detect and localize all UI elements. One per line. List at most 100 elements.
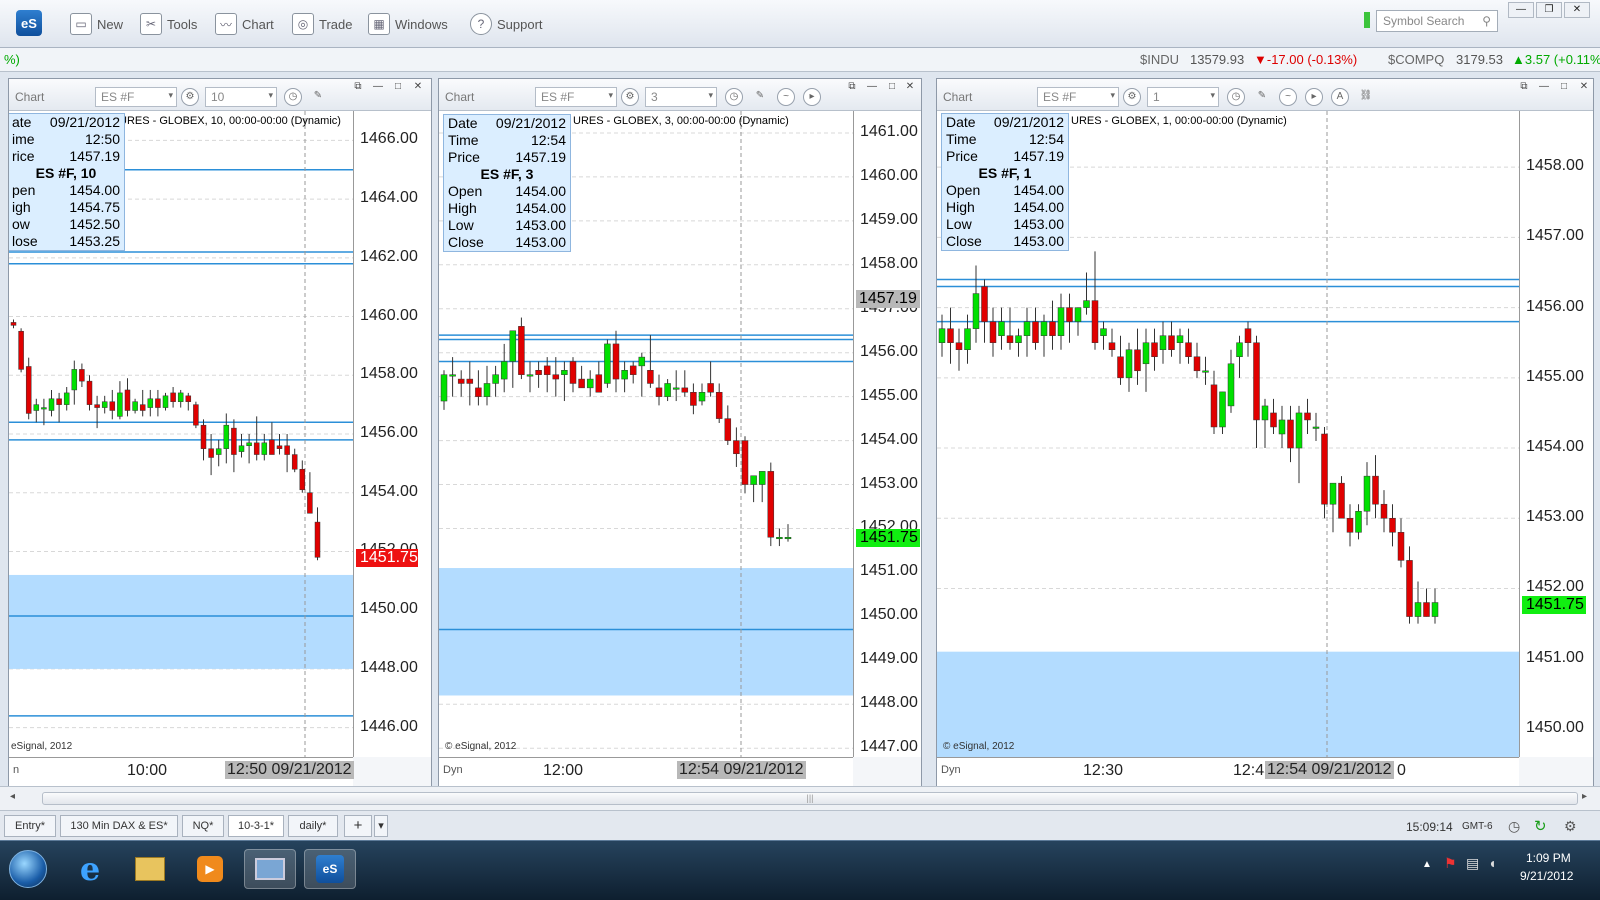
candle-body — [784, 537, 792, 540]
axis-mode-label[interactable]: Dyn — [443, 764, 463, 776]
indu-symbol[interactable]: $INDU — [1140, 52, 1179, 67]
price-plot[interactable]: URES - GLOBEX, 3, 00:00-00:00 (Dynamic) … — [439, 111, 853, 757]
cursor-time-tag: 12:54 09/21/2012 — [677, 761, 806, 779]
tab-entry[interactable]: Entry* — [4, 815, 56, 837]
tray-time[interactable]: 1:09 PM — [1526, 851, 1571, 865]
interval-select[interactable]: 10 — [205, 87, 277, 107]
minimize-button[interactable]: — — [1508, 2, 1534, 18]
add-tab-button[interactable]: + — [344, 815, 372, 837]
detach-icon[interactable]: ⧉ — [351, 81, 365, 93]
detach-icon[interactable]: ⧉ — [1517, 81, 1531, 93]
candle-body — [56, 398, 62, 405]
tab-menu-button[interactable]: ▾ — [374, 815, 388, 837]
horizontal-scrollbar[interactable]: ◂ ||| ▸ — [0, 786, 1600, 810]
axis-mode-label[interactable]: Dyn — [941, 764, 961, 776]
close-icon[interactable]: ✕ — [411, 81, 425, 93]
scroll-left-icon[interactable]: ◂ — [10, 791, 15, 802]
symbol-select[interactable]: ES #F — [1037, 87, 1119, 107]
candle-body — [535, 370, 542, 375]
time-axis[interactable]: Dyn 12:00 12:54 09/21/2012 — [439, 757, 853, 787]
candle-body — [1210, 384, 1218, 428]
settings-icon[interactable]: ⚙ — [1123, 88, 1141, 106]
taskbar-file-explorer[interactable] — [124, 849, 176, 889]
price-axis[interactable]: 1466.00 1464.00 1462.00 1460.00 1458.00 1456.… — [353, 111, 431, 757]
taskbar-esignal[interactable]: eS — [304, 849, 356, 889]
tray-date[interactable]: 9/21/2012 — [1520, 869, 1573, 883]
maximize-icon[interactable]: □ — [391, 81, 405, 93]
price-axis[interactable]: 1461.001460.001459.001458.001457.001456.… — [853, 111, 921, 757]
tray-flag-icon[interactable]: ⚑ — [1444, 855, 1457, 872]
taskbar-remote-desktop[interactable] — [244, 849, 296, 889]
price-plot[interactable]: URES - GLOBEX, 1, 00:00-00:00 (Dynamic) … — [937, 111, 1519, 757]
interval-select[interactable]: 1 — [1147, 87, 1219, 107]
price-plot[interactable]: URES - GLOBEX, 10, 00:00-00:00 (Dynamic)… — [9, 111, 353, 757]
compq-symbol[interactable]: $COMPQ — [1388, 52, 1444, 67]
tray-network-icon[interactable]: ▤ — [1466, 855, 1479, 872]
maximize-icon[interactable]: □ — [885, 81, 899, 93]
symbol-search-input[interactable]: Symbol Search ⚲ — [1376, 10, 1498, 32]
status-clock-icon[interactable]: ◷ — [1508, 818, 1520, 835]
tab-daily[interactable]: daily* — [288, 815, 338, 837]
interval-select[interactable]: 3 — [645, 87, 717, 107]
axis-mode-label[interactable]: n — [13, 764, 19, 776]
new-button[interactable]: ▭ New — [70, 12, 123, 36]
folder-icon — [135, 857, 165, 881]
restore-button[interactable]: ❐ — [1536, 2, 1562, 18]
clock-icon[interactable]: ◷ — [725, 88, 743, 106]
candle-body — [715, 392, 723, 419]
settings-icon[interactable]: ⚙ — [1564, 818, 1577, 835]
tray-volume-icon[interactable]: ◖ — [1488, 855, 1496, 871]
clock-icon[interactable]: ◷ — [284, 88, 302, 106]
pencil-icon[interactable]: ✎ — [309, 88, 327, 106]
play-icon[interactable]: ▸ — [1305, 88, 1323, 106]
time-axis[interactable]: n 10:00 12:50 09/21/2012 — [9, 757, 354, 787]
candle-body — [208, 448, 214, 458]
candle-body — [147, 398, 154, 408]
close-icon[interactable]: ✕ — [1577, 81, 1591, 93]
clock-icon[interactable]: ◷ — [1227, 88, 1245, 106]
app-logo[interactable]: eS — [16, 10, 42, 36]
taskbar-media-player[interactable]: ▶ — [184, 849, 236, 889]
scroll-right-icon[interactable]: ▸ — [1582, 791, 1587, 802]
link-icon[interactable]: ⛓ — [1357, 88, 1375, 106]
candle-body — [938, 328, 946, 343]
candle-body — [578, 378, 585, 389]
tab-nq[interactable]: NQ* — [182, 815, 224, 837]
scroll-thumb[interactable]: ||| — [42, 792, 1578, 805]
price-tick-label: 1458.00 — [1526, 157, 1584, 175]
settings-icon[interactable]: ⚙ — [621, 88, 639, 106]
tab-130min-dax-es[interactable]: 130 Min DAX & ES* — [60, 815, 178, 837]
price-tick-label: 1453.00 — [860, 474, 918, 492]
symbol-select[interactable]: ES #F — [535, 87, 617, 107]
close-icon[interactable]: ✕ — [903, 81, 917, 93]
start-button[interactable] — [2, 849, 54, 889]
tab-10-3-1[interactable]: 10-3-1* — [228, 815, 284, 837]
windows-button[interactable]: ▦ Windows — [368, 12, 448, 36]
symbol-select[interactable]: ES #F — [95, 87, 177, 107]
close-button[interactable]: ✕ — [1564, 2, 1590, 18]
study-icon[interactable]: ~ — [777, 88, 795, 106]
settings-icon[interactable]: ⚙ — [181, 88, 199, 106]
minimize-icon[interactable]: — — [371, 81, 385, 93]
time-axis[interactable]: Dyn 12:30 12:45 12:54 09/21/2012 0 — [937, 757, 1519, 787]
tray-expand-icon[interactable]: ▲ — [1422, 859, 1432, 870]
minimize-icon[interactable]: — — [865, 81, 879, 93]
taskbar-internet-explorer[interactable]: e — [64, 849, 116, 889]
trade-button[interactable]: ◎ Trade — [292, 12, 352, 36]
maximize-icon[interactable]: □ — [1557, 81, 1571, 93]
tools-button[interactable]: ✂ Tools — [140, 12, 197, 36]
time-tick-label: 12:30 — [1083, 762, 1124, 779]
price-tick-label: 1456.00 — [860, 342, 918, 360]
support-zone — [9, 574, 353, 669]
chart-button[interactable]: 〰 Chart — [215, 12, 274, 36]
price-axis[interactable]: 1458.00 1457.00 1456.00 1455.00 1454.00 1453.… — [1519, 111, 1593, 757]
alert-icon[interactable]: A — [1331, 88, 1349, 106]
study-icon[interactable]: ~ — [1279, 88, 1297, 106]
pencil-icon[interactable]: ✎ — [1253, 88, 1271, 106]
play-icon[interactable]: ▸ — [803, 88, 821, 106]
support-button[interactable]: ? Support — [470, 12, 543, 36]
minimize-icon[interactable]: — — [1537, 81, 1551, 93]
pencil-icon[interactable]: ✎ — [751, 88, 769, 106]
detach-icon[interactable]: ⧉ — [845, 81, 859, 93]
refresh-icon[interactable]: ↻ — [1534, 817, 1547, 835]
